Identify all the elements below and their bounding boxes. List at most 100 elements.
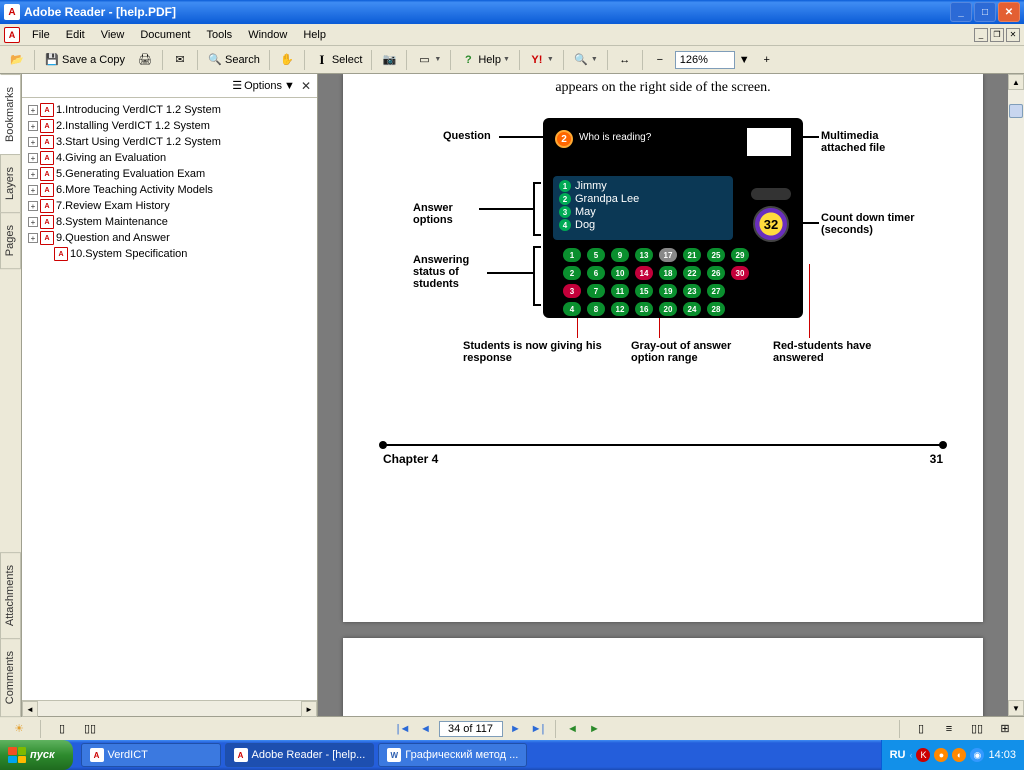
zoom-in-plus-button[interactable]: + [754, 49, 780, 71]
bookmark-item[interactable]: +A6.More Teaching Activity Models [28, 182, 317, 198]
menu-tools[interactable]: Tools [199, 27, 241, 43]
scroll-track[interactable] [38, 701, 301, 716]
timer-band [751, 188, 791, 200]
answer-option: 3May [559, 206, 727, 218]
snapshot-button[interactable]: 📷 [376, 49, 402, 71]
select-tool-button[interactable]: ISelect [309, 49, 368, 71]
expand-icon[interactable]: + [28, 233, 38, 243]
document-viewport[interactable]: appears on the right side of the screen.… [318, 74, 1008, 716]
clock[interactable]: 14:03 [988, 749, 1016, 761]
bookmark-pdf-icon: A [40, 215, 54, 229]
last-page-button[interactable]: ►| [529, 720, 547, 738]
expand-icon[interactable]: + [28, 121, 38, 131]
zoom-in-button[interactable]: 🔍▼ [568, 49, 603, 71]
taskbar-item[interactable]: AVerdICT [81, 743, 221, 767]
scroll-track[interactable] [1008, 90, 1024, 700]
tab-bookmarks[interactable]: Bookmarks [0, 74, 21, 155]
status-btn[interactable]: ☀ [6, 718, 32, 740]
page-display-button[interactable]: ▯ [49, 718, 75, 740]
bookmark-item[interactable]: +A8.System Maintenance [28, 214, 317, 230]
panel-hscrollbar[interactable]: ◄ ► [22, 700, 317, 716]
scroll-left-button[interactable]: ◄ [22, 701, 38, 717]
prev-page-button[interactable]: ◄ [417, 720, 435, 738]
bookmark-pdf-icon: A [40, 119, 54, 133]
tab-attachments[interactable]: Attachments [0, 552, 21, 639]
single-page-button[interactable]: ▯ [908, 718, 934, 740]
bookmarks-options[interactable]: ☰Options▼ [232, 79, 295, 92]
student-cell: 6 [587, 266, 605, 280]
scroll-right-button[interactable]: ► [301, 701, 317, 717]
expand-icon[interactable]: + [28, 153, 38, 163]
bookmark-item[interactable]: +A1.Introducing VerdICT 1.2 System [28, 102, 317, 118]
scroll-thumb[interactable] [1009, 104, 1023, 118]
tray-chevron-icon[interactable]: ‹ [909, 750, 912, 760]
maximize-button[interactable]: □ [974, 2, 996, 22]
bookmark-item[interactable]: +A2.Installing VerdICT 1.2 System [28, 118, 317, 134]
tray-icon[interactable]: ◉ [970, 748, 984, 762]
expand-icon[interactable]: + [28, 185, 38, 195]
tray-icon[interactable]: ◐ [952, 748, 966, 762]
expand-icon[interactable]: + [28, 201, 38, 211]
yahoo-button[interactable]: Y!▼ [524, 49, 559, 71]
minimize-button[interactable]: _ [950, 2, 972, 22]
bookmark-item[interactable]: +A4.Giving an Evaluation [28, 150, 317, 166]
zoom-out-button[interactable]: − [647, 49, 673, 71]
page-number-input[interactable] [439, 721, 503, 737]
facing-button[interactable]: ▯▯ [964, 718, 990, 740]
menu-file[interactable]: File [24, 27, 58, 43]
menu-help[interactable]: Help [295, 27, 334, 43]
expand-icon[interactable]: + [28, 137, 38, 147]
bookmark-item[interactable]: +A7.Review Exam History [28, 198, 317, 214]
scroll-down-button[interactable]: ▼ [1008, 700, 1024, 716]
save-copy-button[interactable]: 💾Save a Copy [39, 49, 130, 71]
student-grid: 1234567891011121314151617181920212223242… [563, 248, 749, 316]
tab-comments[interactable]: Comments [0, 638, 21, 717]
search-button[interactable]: 🔍Search [202, 49, 265, 71]
menu-document[interactable]: Document [132, 27, 198, 43]
student-cell: 21 [683, 248, 701, 262]
menu-window[interactable]: Window [240, 27, 295, 43]
view-mode-button[interactable]: ▭▼ [411, 49, 446, 71]
first-page-button[interactable]: |◄ [395, 720, 413, 738]
taskbar-item[interactable]: WГрафический метод ... [378, 743, 527, 767]
mdi-minimize[interactable]: _ [974, 28, 988, 42]
bookmark-pdf-icon: A [40, 231, 54, 245]
email-button[interactable]: ✉ [167, 49, 193, 71]
next-page-button[interactable]: ► [507, 720, 525, 738]
menu-edit[interactable]: Edit [58, 27, 93, 43]
expand-icon[interactable]: + [28, 169, 38, 179]
open-button[interactable]: 📂 [4, 49, 30, 71]
page-display-button[interactable]: ▯▯ [77, 718, 103, 740]
language-indicator[interactable]: RU [890, 749, 906, 761]
help-button[interactable]: ?Help▼ [455, 49, 515, 71]
document-area: appears on the right side of the screen.… [318, 74, 1024, 716]
menu-view[interactable]: View [93, 27, 133, 43]
start-button[interactable]: пуск [0, 740, 73, 770]
mdi-close[interactable]: ✕ [1006, 28, 1020, 42]
chevron-down-icon[interactable]: ▼ [737, 54, 752, 66]
continuous-button[interactable]: ≡ [936, 718, 962, 740]
panel-close-button[interactable]: ✕ [301, 79, 311, 93]
expand-icon[interactable]: + [28, 105, 38, 115]
nav-back-button[interactable]: ◄ [564, 720, 582, 738]
zoom-input[interactable] [675, 51, 735, 69]
bookmark-item[interactable]: +A5.Generating Evaluation Exam [28, 166, 317, 182]
expand-icon[interactable]: + [28, 217, 38, 227]
tray-icon[interactable]: ● [934, 748, 948, 762]
hand-tool-button[interactable]: ✋ [274, 49, 300, 71]
continuous-facing-button[interactable]: ⊞ [992, 718, 1018, 740]
vertical-scrollbar[interactable]: ▲ ▼ [1008, 74, 1024, 716]
nav-forward-button[interactable]: ► [586, 720, 604, 738]
bookmark-item[interactable]: +A9.Question and Answer [28, 230, 317, 246]
print-button[interactable]: 🖨 [132, 49, 158, 71]
scroll-up-button[interactable]: ▲ [1008, 74, 1024, 90]
mdi-restore[interactable]: ❐ [990, 28, 1004, 42]
tray-icon[interactable]: K [916, 748, 930, 762]
bookmark-item[interactable]: +A3.Start Using VerdICT 1.2 System [28, 134, 317, 150]
fit-width-button[interactable]: ↔ [612, 49, 638, 71]
tab-pages[interactable]: Pages [0, 212, 21, 269]
tab-layers[interactable]: Layers [0, 154, 21, 213]
close-button[interactable]: ✕ [998, 2, 1020, 22]
taskbar-item[interactable]: AAdobe Reader - [help... [225, 743, 375, 767]
bookmark-item[interactable]: A10.System Specification [28, 246, 317, 262]
